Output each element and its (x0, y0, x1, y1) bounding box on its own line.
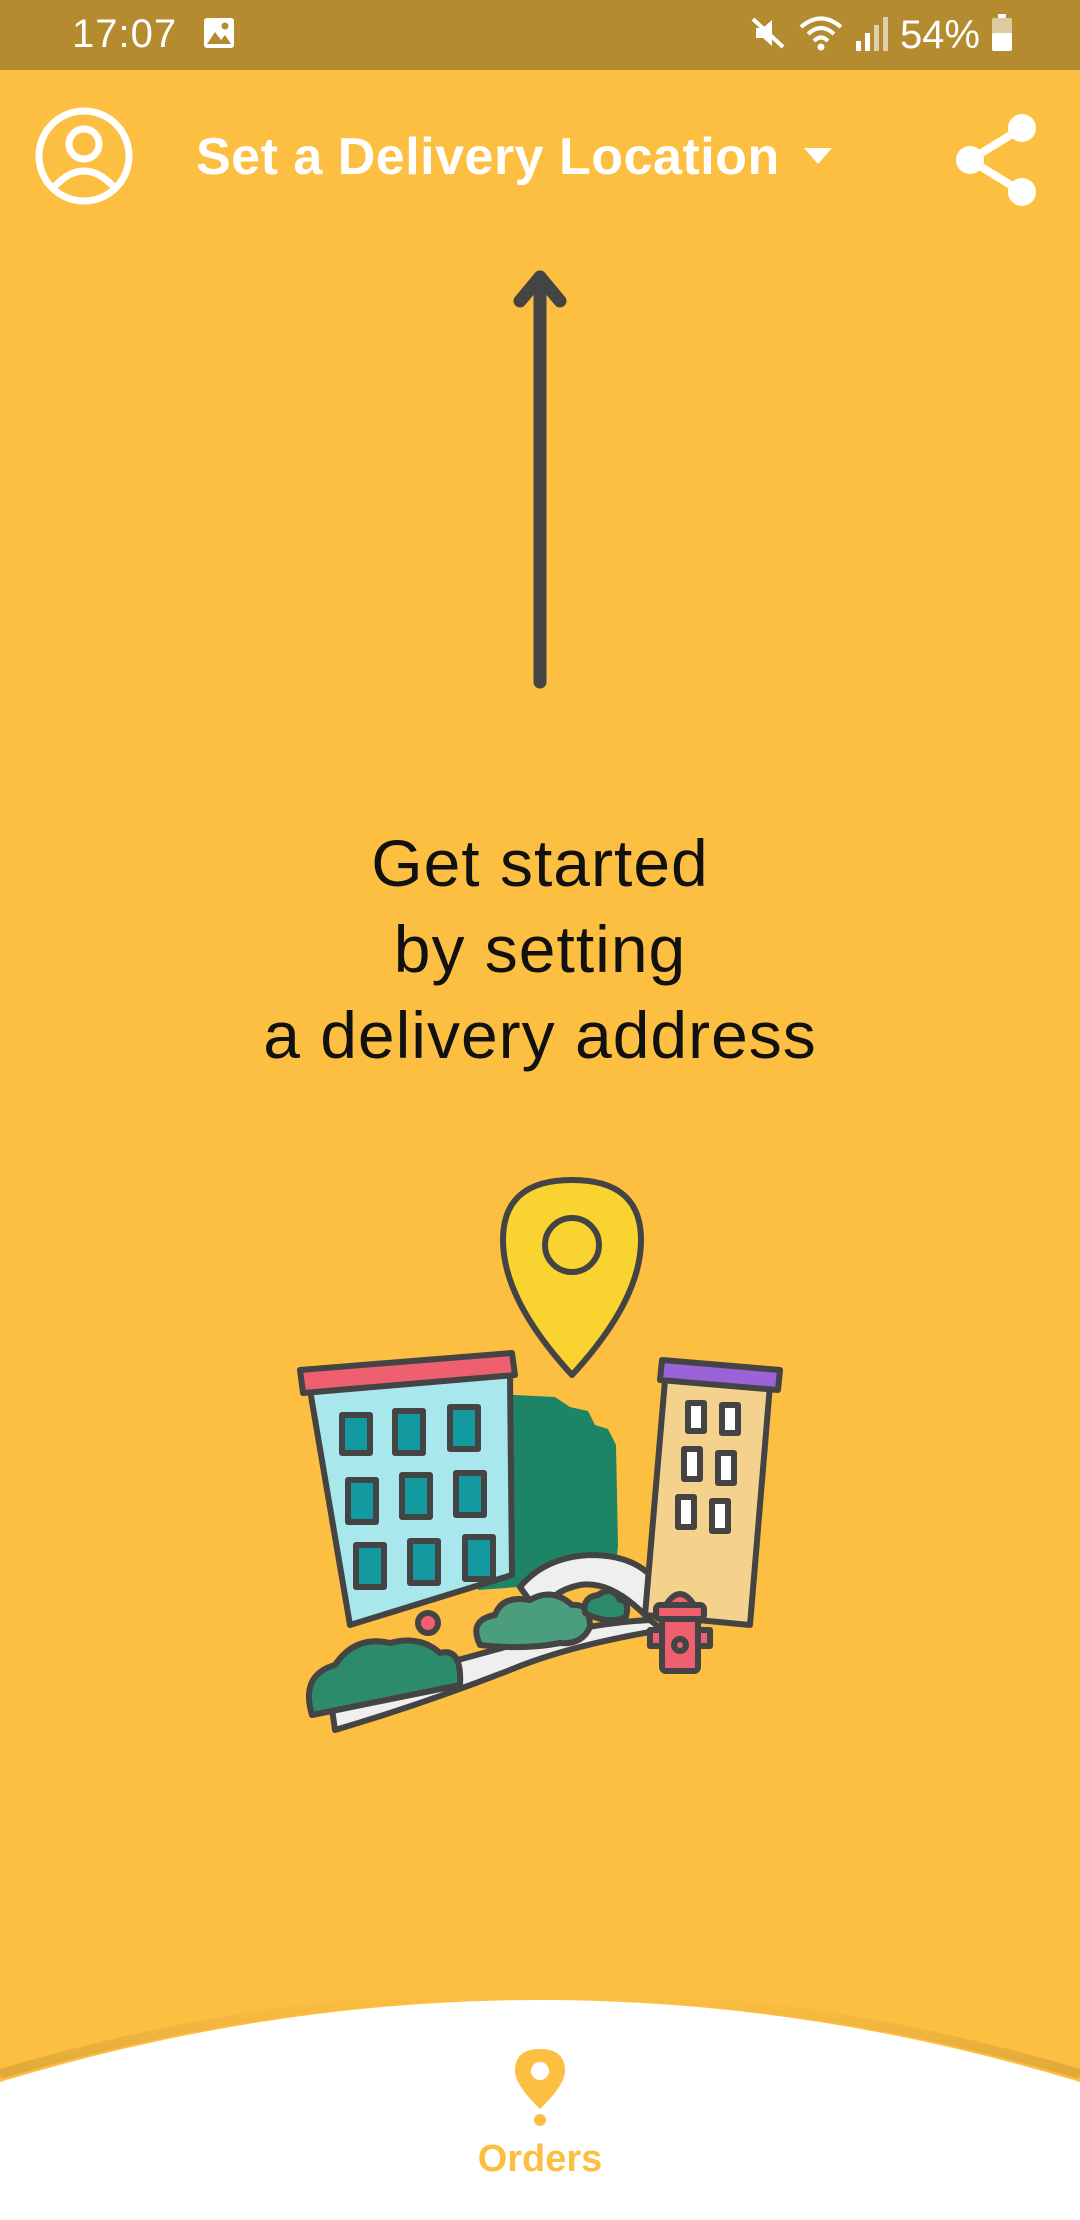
delivery-location-label: Set a Delivery Location (196, 128, 780, 186)
chevron-down-icon (803, 148, 832, 164)
bottom-navigation: Orders (0, 1990, 1080, 2220)
share-button[interactable] (952, 110, 1040, 210)
up-arrow-icon (500, 265, 580, 700)
image-icon (202, 16, 236, 55)
status-indicators: 54% (748, 10, 1014, 60)
signal-icon (854, 13, 890, 58)
city-location-illustration (290, 1175, 810, 1740)
headline-line-2: by setting (393, 912, 687, 986)
delivery-location-selector[interactable]: Set a Delivery Location (196, 122, 832, 192)
location-pin-icon (515, 2049, 565, 2126)
status-time: 17:07 (72, 12, 178, 56)
status-bar: 17:07 54% (0, 0, 1080, 70)
profile-icon (35, 107, 133, 205)
battery-icon (990, 13, 1014, 58)
tab-orders-label: Orders (477, 2138, 603, 2180)
mute-icon (748, 13, 788, 58)
wifi-icon (798, 13, 844, 58)
profile-button[interactable] (34, 106, 134, 206)
tab-orders[interactable]: Orders (440, 2045, 640, 2195)
top-bar: Set a Delivery Location (0, 70, 1080, 240)
headline-line-3: a delivery address (263, 998, 817, 1072)
share-icon (956, 114, 1036, 206)
battery-percent: 54% (899, 12, 980, 57)
empty-state-message: Get started by setting a delivery addres… (0, 820, 1080, 1078)
headline-line-1: Get started (371, 826, 709, 900)
